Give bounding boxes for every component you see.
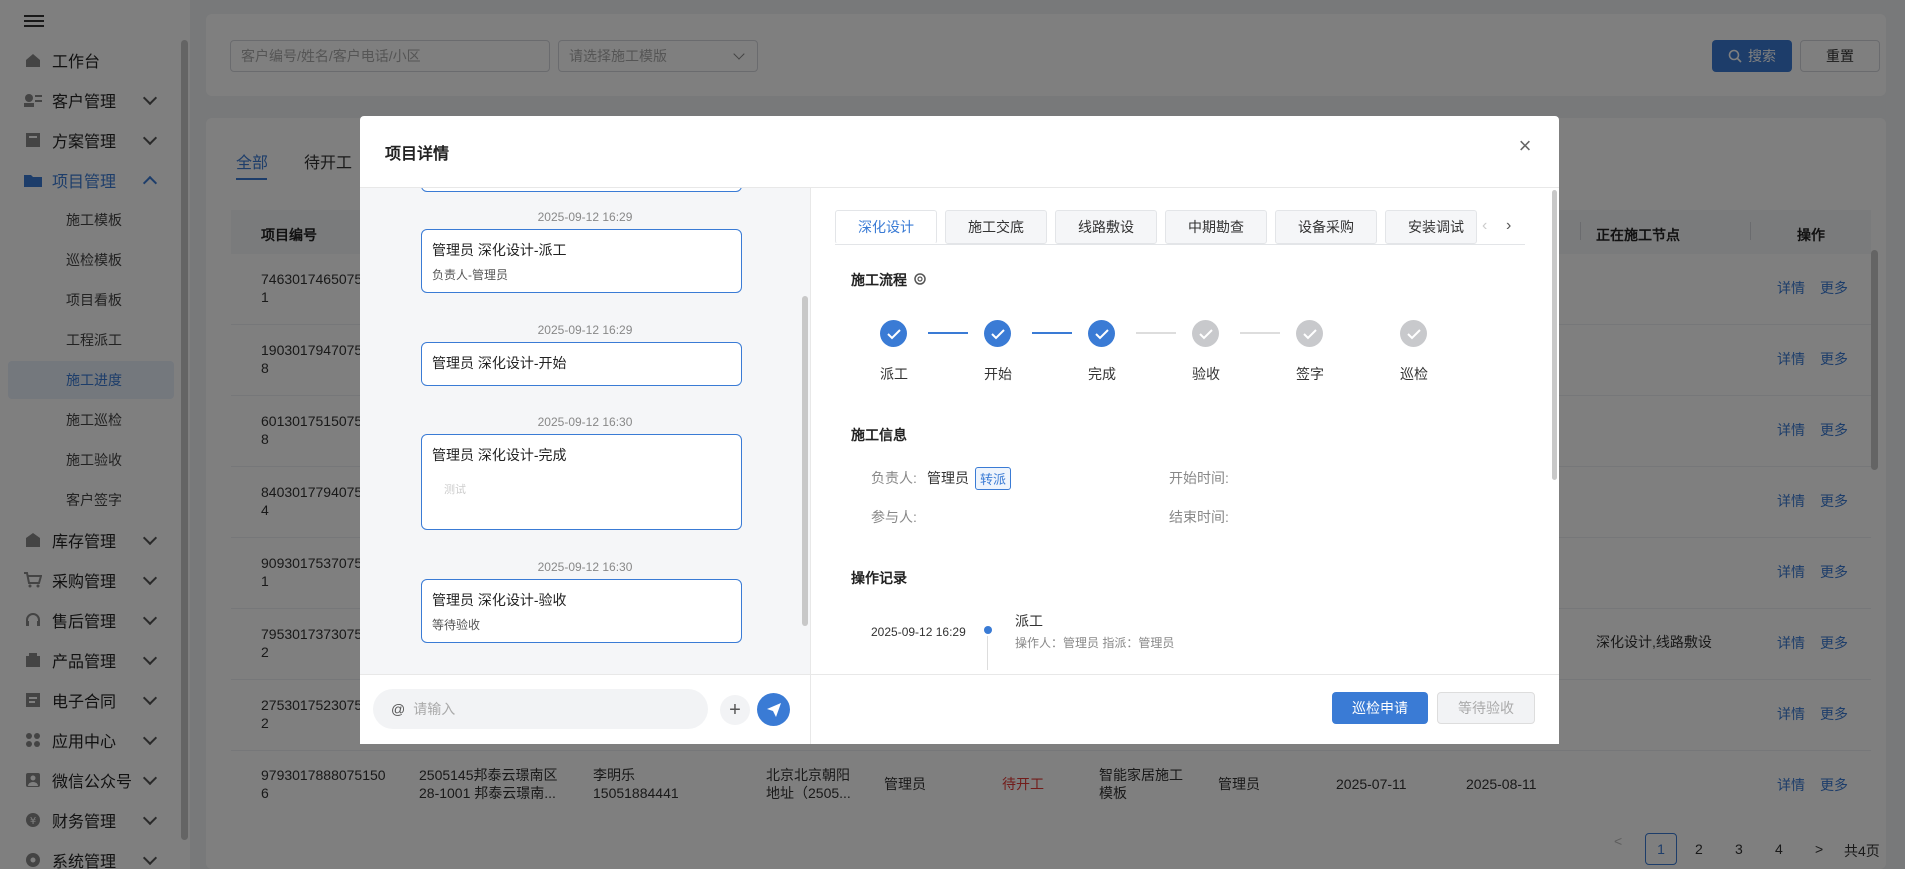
timeline-line <box>987 636 988 670</box>
tab-midterm-survey[interactable]: 中期勘查 <box>1165 210 1267 244</box>
at-icon: @ <box>391 701 406 717</box>
step-label: 开始 <box>984 366 1012 382</box>
reassign-tag[interactable]: 转派 <box>975 467 1012 490</box>
chat-bubble: 管理员 深化设计-完成 测试 <box>421 434 742 530</box>
step-check-icon <box>1192 320 1219 347</box>
step-connector <box>1032 332 1072 334</box>
tab-deep-design[interactable]: 深化设计 <box>835 210 937 244</box>
info-title: 施工信息 <box>851 427 907 443</box>
step-label: 签字 <box>1296 366 1324 382</box>
step-label: 验收 <box>1192 366 1220 382</box>
gear-icon[interactable] <box>912 271 928 287</box>
chat-bubble: 管理员 深化设计-开始 <box>421 342 742 386</box>
send-icon[interactable] <box>757 693 790 726</box>
chat-time: 2025-09-12 16:30 <box>537 560 633 574</box>
chat-bubble: 管理员 深化设计-验收 等待验收 <box>421 579 742 643</box>
step-connector <box>928 332 968 334</box>
panel-divider <box>810 188 811 744</box>
step-check-icon <box>1400 320 1427 347</box>
log-time: 2025-09-12 16:29 <box>871 625 966 639</box>
step-check-icon <box>1296 320 1323 347</box>
log-action: 派工 <box>1015 613 1043 629</box>
step-label: 巡检 <box>1400 366 1428 382</box>
tab-divider <box>835 244 1525 245</box>
chat-bubble: 管理员 深化设计-派工 负责人-管理员 <box>421 229 742 293</box>
log-title: 操作记录 <box>851 570 907 586</box>
owner-label: 负责人: <box>871 470 917 486</box>
participants-label: 参与人: <box>871 509 917 525</box>
step-connector <box>1136 332 1176 334</box>
end-time-label: 结束时间: <box>1169 509 1229 525</box>
chevron-right-icon[interactable]: › <box>1506 217 1511 235</box>
await-acceptance-button[interactable]: 等待验收 <box>1437 692 1535 724</box>
detail-scrollbar[interactable] <box>1552 190 1557 480</box>
chat-time: 2025-09-12 16:29 <box>537 210 633 224</box>
tab-wiring[interactable]: 线路敷设 <box>1055 210 1157 244</box>
chevron-left-icon[interactable]: ‹ <box>1482 217 1487 235</box>
step-check-icon <box>984 320 1011 347</box>
chat-bubble-partial <box>421 188 742 192</box>
owner-value: 管理员 <box>927 470 969 486</box>
step-connector <box>1240 332 1280 334</box>
chat-panel: 2025-09-12 16:29 管理员 深化设计-派工 负责人-管理员 202… <box>360 188 810 674</box>
tab-equipment-purchase[interactable]: 设备采购 <box>1275 210 1377 244</box>
start-time-label: 开始时间: <box>1169 470 1229 486</box>
timeline-dot <box>984 626 992 634</box>
chat-footer: @ 请输入 + <box>360 674 810 744</box>
close-icon[interactable]: × <box>1513 133 1537 158</box>
plus-icon[interactable]: + <box>720 695 750 725</box>
chat-scrollbar[interactable] <box>802 296 808 626</box>
chat-time: 2025-09-12 16:29 <box>537 323 633 337</box>
inspection-apply-button[interactable]: 巡检申请 <box>1332 692 1428 724</box>
tab-construction-briefing[interactable]: 施工交底 <box>945 210 1047 244</box>
flow-title: 施工流程 <box>851 272 907 288</box>
step-check-icon <box>880 320 907 347</box>
step-check-icon <box>1088 320 1115 347</box>
step-label: 完成 <box>1088 366 1116 382</box>
step-label: 派工 <box>880 366 908 382</box>
chat-time: 2025-09-12 16:30 <box>537 415 633 429</box>
log-detail: 操作人：管理员 指派：管理员 <box>1015 636 1175 650</box>
modal-title: 项目详情 <box>385 146 450 163</box>
tab-install-debug[interactable]: 安装调试 <box>1385 210 1477 244</box>
chat-input[interactable]: @ 请输入 <box>373 689 708 729</box>
